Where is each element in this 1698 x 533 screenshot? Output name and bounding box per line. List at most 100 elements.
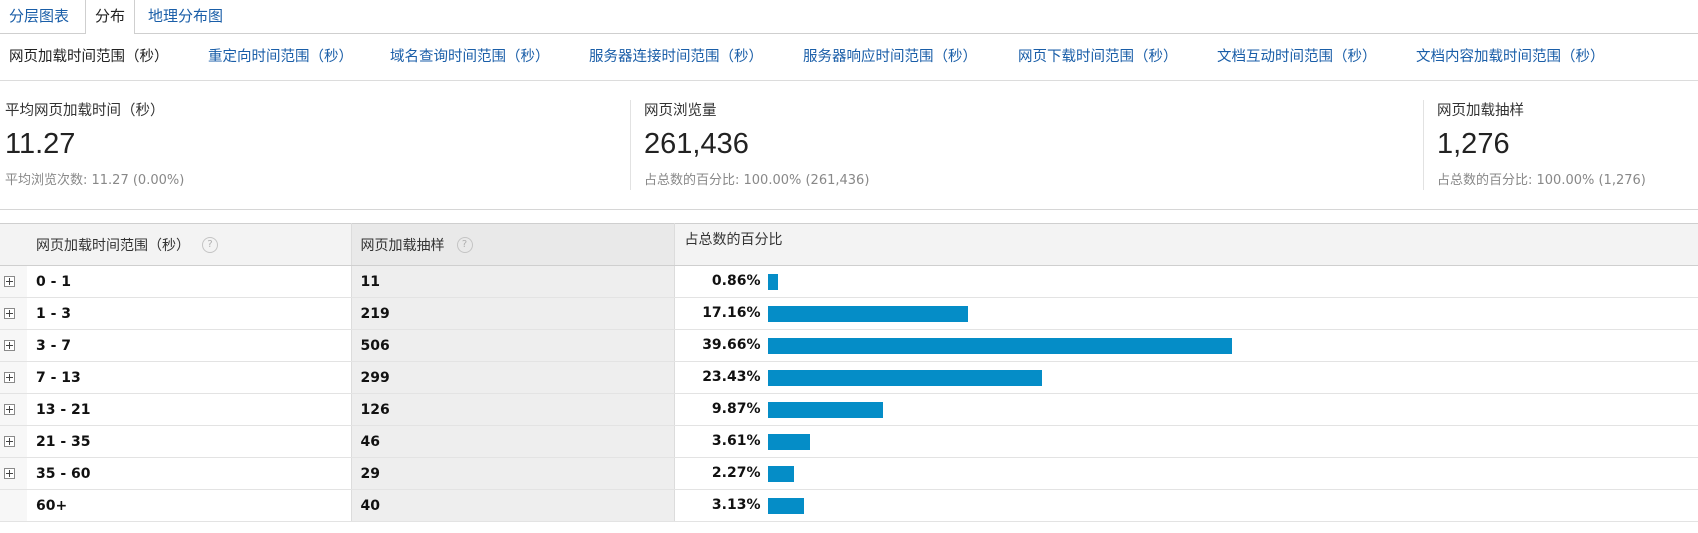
subnav-redirect-time[interactable]: 重定向时间范围（秒） bbox=[208, 34, 353, 80]
metric-subtext: 占总数的百分比: 100.00% (1,276) bbox=[1437, 173, 1646, 188]
tab-distribution[interactable]: 分布 bbox=[85, 0, 136, 34]
row-percent-bar bbox=[767, 370, 1042, 386]
header-dimension[interactable]: 网页加载时间范围（秒） ? bbox=[27, 223, 352, 266]
subnav-document-interactive-time[interactable]: 文档互动时间范围（秒） bbox=[1217, 34, 1377, 80]
view-tabs: 分层图表 分布 地理分布图 bbox=[0, 0, 1698, 34]
row-percent-bar bbox=[767, 466, 795, 482]
row-expander-cell bbox=[0, 297, 27, 330]
header-expander-cell bbox=[0, 223, 27, 266]
row-percent-cell: 39.66% bbox=[674, 329, 1698, 362]
row-percent-cell: 9.87% bbox=[674, 393, 1698, 426]
metric-pageviews: 网页浏览量 261,436 占总数的百分比: 100.00% (261,436) bbox=[644, 80, 1404, 208]
row-percent-cell: 3.61% bbox=[674, 425, 1698, 458]
row-range: 3 - 7 bbox=[27, 329, 352, 362]
expand-icon[interactable] bbox=[4, 436, 15, 447]
tab-hierarchy-chart[interactable]: 分层图表 bbox=[0, 0, 78, 33]
row-percent-bar bbox=[767, 498, 805, 514]
row-percent-cell: 2.27% bbox=[674, 457, 1698, 490]
metric-value: 1,276 bbox=[1437, 128, 1510, 160]
row-percent: 3.61% bbox=[711, 433, 761, 449]
metric-subtext: 平均浏览次数: 11.27 (0.00%) bbox=[5, 173, 185, 188]
row-samples: 506 bbox=[351, 329, 675, 362]
row-samples: 46 bbox=[351, 425, 675, 458]
row-percent-cell: 3.13% bbox=[674, 489, 1698, 522]
row-samples: 219 bbox=[351, 297, 675, 330]
expand-icon[interactable] bbox=[4, 404, 15, 415]
row-percent: 0.86% bbox=[711, 273, 761, 289]
expand-icon[interactable] bbox=[4, 276, 15, 287]
row-percent-bar bbox=[767, 402, 883, 418]
help-icon[interactable]: ? bbox=[456, 236, 473, 253]
subnav-server-response-time[interactable]: 服务器响应时间范围（秒） bbox=[803, 34, 977, 80]
table-row[interactable]: 35 - 60 29 2.27% bbox=[0, 457, 1698, 490]
table-row[interactable]: 0 - 1 11 0.86% bbox=[0, 265, 1698, 298]
row-expander-cell bbox=[0, 393, 27, 426]
row-percent-bar bbox=[767, 434, 810, 450]
row-percent: 23.43% bbox=[702, 369, 761, 385]
row-percent-bar bbox=[767, 338, 1232, 354]
row-percent-cell: 0.86% bbox=[674, 265, 1698, 298]
row-range: 60+ bbox=[27, 489, 352, 522]
row-expander-cell bbox=[0, 329, 27, 362]
expand-icon[interactable] bbox=[4, 468, 15, 479]
row-percent-bar bbox=[767, 306, 969, 322]
tab-geo-map[interactable]: 地理分布图 bbox=[139, 0, 232, 33]
row-samples: 299 bbox=[351, 361, 675, 394]
metric-subtext: 占总数的百分比: 100.00% (261,436) bbox=[644, 173, 870, 188]
row-samples: 29 bbox=[351, 457, 675, 490]
subnav-document-content-loaded-time[interactable]: 文档内容加载时间范围（秒） bbox=[1416, 34, 1605, 80]
row-range: 0 - 1 bbox=[27, 265, 352, 298]
row-range: 13 - 21 bbox=[27, 393, 352, 426]
table-row[interactable]: 60+ 40 3.13% bbox=[0, 489, 1698, 522]
row-range: 7 - 13 bbox=[27, 361, 352, 394]
metric-label: 网页加载抽样 bbox=[1437, 103, 1524, 119]
table-header-row: 网页加载时间范围（秒） ? 网页加载抽样 ? 占总数的百分比 bbox=[0, 223, 1698, 266]
metric-load-samples: 网页加载抽样 1,276 占总数的百分比: 100.00% (1,276) bbox=[1437, 80, 1692, 208]
row-percent: 3.13% bbox=[711, 497, 761, 513]
header-samples[interactable]: 网页加载抽样 ? bbox=[351, 223, 675, 266]
row-percent-cell: 17.16% bbox=[674, 297, 1698, 330]
expand-icon[interactable] bbox=[4, 340, 15, 351]
row-range: 1 - 3 bbox=[27, 297, 352, 330]
row-samples: 40 bbox=[351, 489, 675, 522]
row-samples: 11 bbox=[351, 265, 675, 298]
table-row[interactable]: 1 - 3 219 17.16% bbox=[0, 297, 1698, 330]
header-percent-label: 占总数的百分比 bbox=[684, 231, 783, 248]
row-expander-cell bbox=[0, 265, 27, 298]
help-icon[interactable]: ? bbox=[202, 236, 218, 253]
table-row[interactable]: 3 - 7 506 39.66% bbox=[0, 329, 1698, 362]
metric-divider bbox=[630, 100, 631, 190]
row-expander-cell bbox=[0, 457, 27, 490]
table-row[interactable]: 21 - 35 46 3.61% bbox=[0, 425, 1698, 458]
row-percent-cell: 23.43% bbox=[674, 361, 1698, 394]
header-dimension-label: 网页加载时间范围（秒） bbox=[36, 237, 190, 254]
row-expander-cell bbox=[0, 489, 27, 522]
metric-avg-load-time: 平均网页加载时间（秒） 11.27 平均浏览次数: 11.27 (0.00%) bbox=[5, 80, 625, 208]
header-samples-label: 网页加载抽样 bbox=[360, 237, 445, 254]
metric-label: 平均网页加载时间（秒） bbox=[5, 103, 165, 119]
subnav-server-connection-time[interactable]: 服务器连接时间范围（秒） bbox=[589, 34, 763, 80]
row-percent-bar bbox=[767, 274, 778, 290]
distribution-table: 网页加载时间范围（秒） ? 网页加载抽样 ? 占总数的百分比 0 - 1 11 0.… bbox=[0, 223, 1698, 522]
subnav-page-load-time[interactable]: 网页加载时间范围（秒） bbox=[9, 34, 169, 80]
header-percent: 占总数的百分比 bbox=[674, 223, 1698, 266]
row-percent: 9.87% bbox=[711, 401, 761, 417]
expand-icon[interactable] bbox=[4, 308, 15, 319]
metric-value: 261,436 bbox=[644, 128, 749, 160]
row-range: 21 - 35 bbox=[27, 425, 352, 458]
subnav-domain-lookup-time[interactable]: 域名查询时间范围（秒） bbox=[390, 34, 550, 80]
metric-label: 网页浏览量 bbox=[644, 103, 717, 119]
row-expander-cell bbox=[0, 361, 27, 394]
metric-divider bbox=[1423, 100, 1424, 190]
section-divider bbox=[0, 209, 1698, 210]
row-expander-cell bbox=[0, 425, 27, 458]
expand-icon[interactable] bbox=[4, 372, 15, 383]
table-row[interactable]: 7 - 13 299 23.43% bbox=[0, 361, 1698, 394]
row-range: 35 - 60 bbox=[27, 457, 352, 490]
row-samples: 126 bbox=[351, 393, 675, 426]
table-row[interactable]: 13 - 21 126 9.87% bbox=[0, 393, 1698, 426]
metric-value: 11.27 bbox=[5, 128, 76, 160]
row-percent: 17.16% bbox=[702, 305, 761, 321]
row-percent: 2.27% bbox=[711, 465, 761, 481]
subnav-page-download-time[interactable]: 网页下载时间范围（秒） bbox=[1018, 34, 1178, 80]
